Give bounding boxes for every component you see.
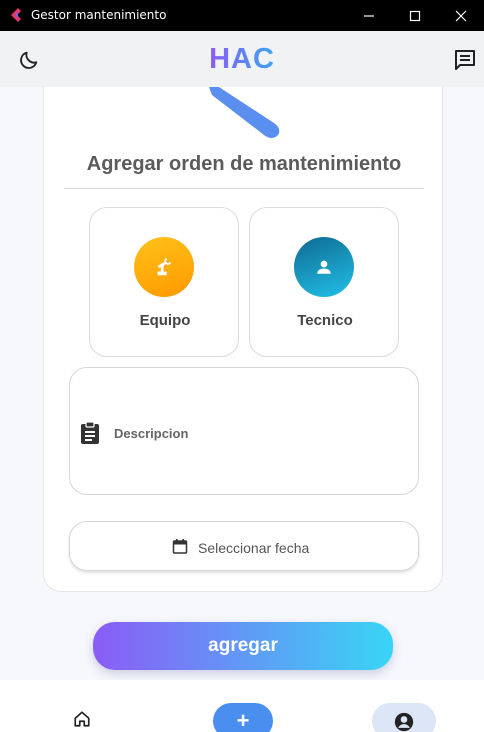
calendar-icon (172, 539, 188, 554)
close-button[interactable] (438, 0, 484, 31)
account-nav-button[interactable] (372, 703, 436, 732)
robot-arm-icon (157, 257, 172, 276)
select-date-button[interactable]: Seleccionar fecha (69, 521, 419, 571)
title-divider (64, 188, 424, 189)
minimize-icon (364, 14, 374, 17)
clipboard-icon (81, 421, 99, 444)
wrench-icon (209, 87, 280, 138)
window-title: Gestor mantenimiento (31, 8, 167, 22)
equipo-avatar (134, 237, 194, 297)
maximize-button[interactable] (392, 0, 438, 31)
submit-button[interactable]: agregar (93, 622, 393, 670)
maintenance-order-card: Agregar orden de mantenimiento Equipo Te… (43, 87, 443, 592)
account-icon (394, 712, 414, 732)
app-header: HAC (0, 31, 484, 87)
tecnico-avatar (294, 237, 354, 297)
description-field[interactable]: Descripcion (69, 367, 419, 495)
person-icon (317, 260, 331, 274)
equipo-label: Equipo (139, 312, 191, 329)
maximize-icon (409, 10, 421, 21)
tecnico-selector[interactable]: Tecnico (249, 207, 399, 357)
add-nav-button[interactable]: + (213, 703, 273, 732)
home-icon[interactable] (73, 710, 91, 728)
select-date-label: Seleccionar fecha (198, 540, 310, 556)
tecnico-label: Tecnico (297, 312, 353, 329)
equipo-selector[interactable]: Equipo (89, 207, 239, 357)
description-placeholder: Descripcion (114, 426, 189, 441)
form-title: Agregar orden de mantenimiento (86, 153, 402, 175)
window-titlebar: Gestor mantenimiento (0, 0, 484, 31)
close-icon (455, 10, 467, 21)
app-logo-icon (11, 8, 21, 22)
bottom-navigation: + (0, 680, 484, 732)
brand-title: HAC (209, 43, 275, 75)
minimize-button[interactable] (346, 0, 392, 31)
chat-icon[interactable] (453, 48, 477, 72)
